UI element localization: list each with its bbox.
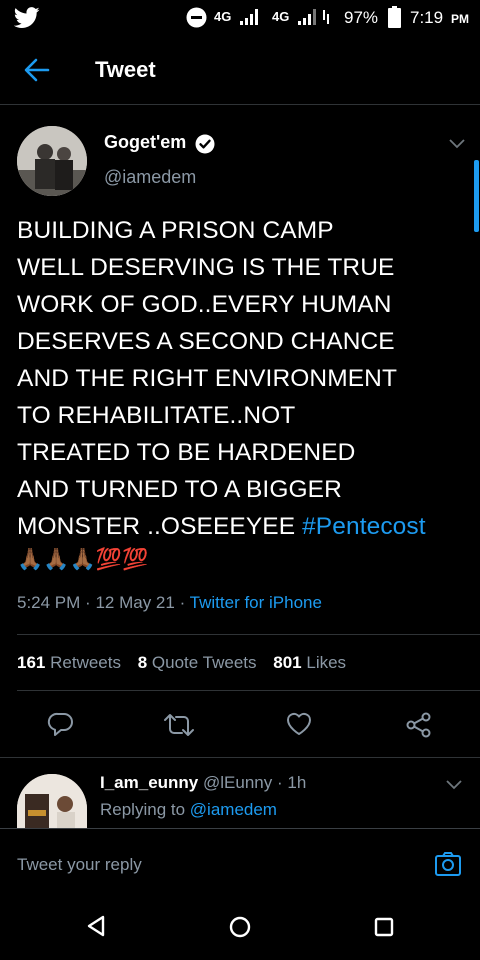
tweet-source[interactable]: Twitter for iPhone: [190, 593, 322, 612]
divider: [17, 690, 480, 691]
reply-input[interactable]: Tweet your reply: [17, 855, 142, 875]
replying-prefix: Replying to: [100, 800, 186, 819]
tweet-line: AND THE RIGHT ENVIRONMENT: [17, 365, 398, 392]
divider: [0, 757, 480, 758]
app-header: Tweet: [0, 36, 480, 105]
avatar-photo: [17, 126, 87, 196]
quote-label: Quote Tweets: [151, 653, 257, 672]
tweet-line: WELL DESERVING IS THE TRUE: [17, 254, 395, 281]
share-icon[interactable]: [405, 711, 433, 739]
twitter-bird-icon: [14, 7, 40, 28]
engagement-stats: 161 Retweets 8 Quote Tweets 801 Likes: [17, 653, 346, 673]
retweets-stat[interactable]: 161 Retweets: [17, 653, 121, 672]
network-type-1: 4G: [214, 9, 232, 24]
meta-separator: ·: [179, 593, 186, 612]
author-name[interactable]: Goget'em: [104, 132, 186, 153]
emoji-line: 🙏🏾🙏🏾🙏🏾💯💯: [17, 548, 149, 571]
status-bar: 4G 4G 97% 7:19 PM: [0, 0, 480, 36]
like-heart-icon[interactable]: [285, 711, 313, 737]
reply-header: I_am_eunny @lEunny · 1h: [100, 773, 306, 793]
tweet-line: WORK OF GOD..EVERY HUMAN: [17, 291, 392, 318]
reply-avatar[interactable]: [17, 774, 87, 828]
meta-separator: ·: [276, 773, 283, 792]
reply-icon[interactable]: [47, 710, 75, 738]
tweet-line: TO REHABILITATE..NOT: [17, 402, 296, 429]
tweet-line-last: MONSTER ..OSEEEYEE #Pentecost: [17, 508, 467, 545]
tweet-meta: 5:24 PM · 12 May 21 · Twitter for iPhone: [17, 593, 322, 613]
retweet-icon[interactable]: [162, 712, 196, 738]
likes-count: 801: [273, 653, 302, 672]
nav-home-icon[interactable]: [229, 916, 251, 938]
system-nav-bar: [0, 888, 480, 960]
nav-back-icon[interactable]: [86, 915, 106, 937]
signal-icon-2: [298, 9, 329, 25]
verified-badge-icon: [195, 134, 215, 154]
page-title: Tweet: [95, 57, 156, 82]
battery-percent: 97%: [344, 8, 379, 27]
tweet-line: AND TURNED TO A BIGGER: [17, 476, 342, 503]
reply-author-handle[interactable]: @lEunny: [203, 773, 272, 792]
tweet-line: DESERVES A SECOND CHANCE: [17, 328, 395, 355]
tweet-line: BUILDING A PRISON CAMP: [17, 217, 334, 244]
tweet-text: BUILDING A PRISON CAMP WELL DESERVING IS…: [17, 212, 467, 575]
replying-to-handle[interactable]: @iamedem: [190, 800, 277, 819]
tweet-line: TREATED TO BE HARDENED: [17, 439, 356, 466]
clock-time: 7:19: [410, 8, 444, 27]
reply-chevron-down-icon[interactable]: [445, 779, 463, 791]
likes-stat[interactable]: 801 Likes: [273, 653, 346, 672]
clock-ampm: PM: [451, 12, 469, 26]
author-handle[interactable]: @iamedem: [104, 167, 196, 188]
reply-avatar-photo: [17, 774, 87, 828]
signal-icon: [240, 9, 258, 25]
network-type-2: 4G: [272, 9, 290, 24]
camera-icon[interactable]: [434, 851, 462, 877]
chevron-down-icon[interactable]: [448, 138, 466, 150]
scrollbar-thumb[interactable]: [474, 160, 479, 232]
back-arrow-icon[interactable]: [24, 58, 50, 82]
retweets-count: 161: [17, 653, 46, 672]
nav-recents-icon[interactable]: [374, 917, 394, 937]
reply-compose-bar: Tweet your reply: [0, 828, 480, 889]
tweet-time: 5:24 PM: [17, 593, 81, 612]
retweets-label: Retweets: [50, 653, 121, 672]
divider: [17, 634, 480, 635]
battery-icon: [388, 6, 401, 28]
reply-author-name[interactable]: I_am_eunny: [100, 773, 198, 792]
quote-count: 8: [137, 653, 148, 672]
hashtag-link[interactable]: #Pentecost: [302, 513, 426, 540]
likes-label: Likes: [306, 653, 347, 672]
reply-time: 1h: [287, 773, 307, 792]
tweet-date: 12 May 21: [95, 593, 175, 612]
tweet-line-text: MONSTER ..OSEEEYEE: [17, 513, 303, 540]
replying-to: Replying to @iamedem: [100, 800, 277, 820]
quote-tweets-stat[interactable]: 8 Quote Tweets: [138, 653, 257, 672]
meta-separator: ·: [85, 593, 91, 612]
author-avatar[interactable]: [17, 126, 87, 196]
do-not-disturb-icon: [186, 7, 207, 28]
